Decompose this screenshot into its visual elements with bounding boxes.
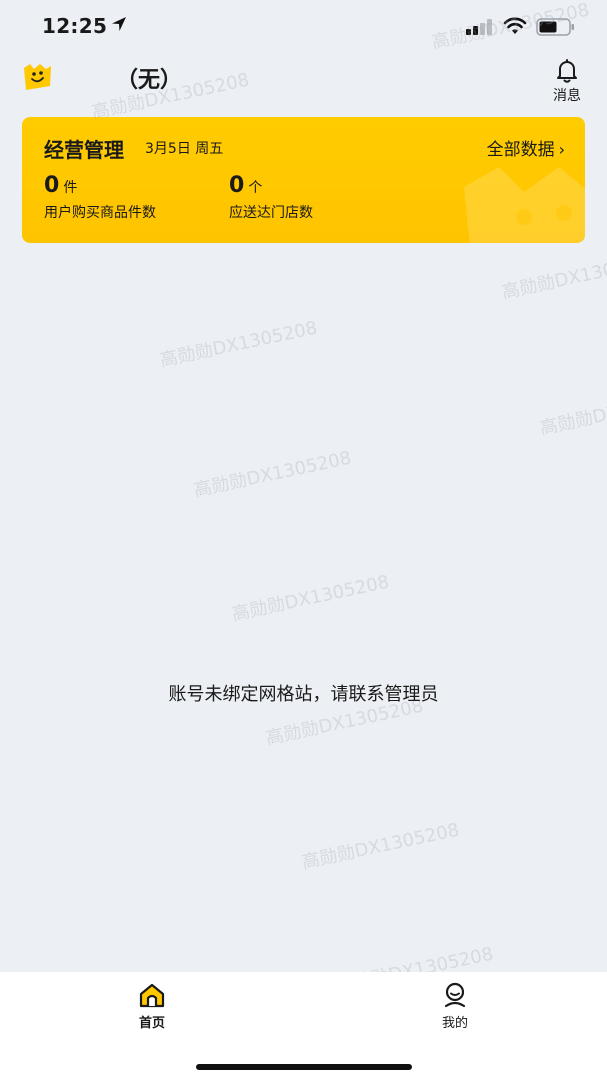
watermark: 高勋勋DX1305208 (299, 819, 462, 874)
app-logo-icon[interactable] (20, 60, 54, 92)
user-icon (444, 982, 466, 1008)
watermark: 高勋勋DX1305208 (537, 385, 607, 440)
stat-stores-to-deliver[interactable]: 0个 应送达门店数 (229, 173, 313, 222)
status-bar: 12:25 (0, 0, 607, 52)
bottom-tab-bar: 首页 我的 (0, 972, 607, 1080)
tab-label: 首页 (138, 1016, 165, 1031)
cellular-signal-icon (466, 19, 492, 35)
stat-unit: 件 (63, 180, 78, 196)
home-icon (139, 983, 165, 1008)
tab-home[interactable]: 首页 (112, 982, 192, 1031)
stat-label: 用户购买商品件数 (44, 205, 156, 221)
header: （无） 消息 (0, 52, 607, 108)
stat-purchased-items[interactable]: 0件 用户购买商品件数 (44, 173, 156, 222)
battery-icon (536, 18, 574, 36)
stat-unit: 个 (248, 180, 263, 196)
card-title: 经营管理 (44, 138, 124, 162)
stat-value: 0 (44, 173, 60, 198)
location-arrow-icon (112, 17, 126, 31)
watermark: 高勋勋DX1305208 (191, 447, 354, 502)
business-management-card: 经营管理 3月5日 周五 全部数据 › 0件 用户购买商品件数 0个 应送达门店数 (22, 117, 585, 243)
messages-label: 消息 (553, 88, 581, 104)
watermark: 高勋勋DX1305208 (499, 249, 607, 304)
stat-value: 0 (229, 173, 245, 198)
stat-label: 应送达门店数 (229, 205, 313, 221)
messages-button[interactable]: 消息 (544, 54, 590, 106)
chevron-right-icon: › (558, 140, 565, 159)
bell-icon (557, 59, 577, 83)
watermark: 高勋勋DX1305208 (157, 317, 320, 372)
status-time: 12:25 (42, 14, 108, 38)
station-name[interactable]: （无） (116, 62, 182, 94)
tab-mine[interactable]: 我的 (415, 982, 495, 1031)
home-indicator (196, 1064, 412, 1070)
watermark: 高勋勋DX1305208 (229, 571, 392, 626)
card-decoration-icon (464, 167, 585, 243)
tab-label: 我的 (441, 1016, 468, 1031)
empty-state-message: 账号未绑定网格站，请联系管理员 (168, 684, 439, 705)
wifi-icon (503, 17, 527, 34)
all-data-label: 全部数据 (486, 140, 555, 160)
all-data-link[interactable]: 全部数据 › (487, 135, 565, 160)
card-date: 3月5日 周五 (145, 141, 224, 157)
